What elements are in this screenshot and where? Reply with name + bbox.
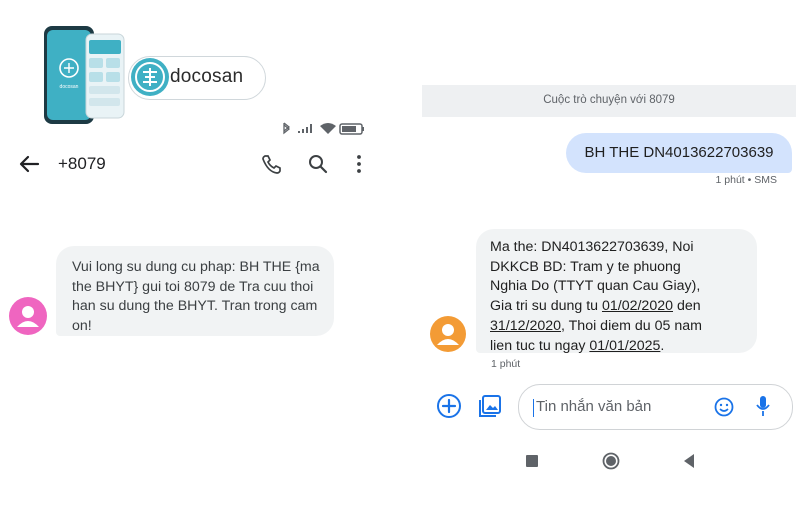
- wifi-icon: [320, 123, 336, 134]
- text-cursor: [533, 399, 534, 417]
- recents-button[interactable]: [526, 455, 538, 467]
- more-vert-icon[interactable]: [352, 154, 366, 174]
- phone-logo-text: docosan: [60, 84, 79, 90]
- add-attachment-icon[interactable]: [436, 393, 462, 419]
- status-bar: [283, 122, 364, 135]
- phone-icon[interactable]: [261, 154, 281, 174]
- reply-line: lien tuc tu ngay 01/01/2025.: [490, 337, 665, 354]
- emoji-icon[interactable]: [714, 397, 734, 417]
- left-screenshot: docosan docosan +8079 Vui long su dung c…: [0, 0, 400, 506]
- message-input-placeholder: Tin nhắn văn bản: [536, 398, 652, 415]
- phone-illustration: docosan: [44, 26, 125, 124]
- brand-name: docosan: [170, 66, 244, 87]
- contact-number: +8079: [58, 154, 106, 173]
- conversation-label: Cuộc trò chuyện với 8079: [543, 94, 675, 106]
- bluetooth-icon: [283, 122, 291, 135]
- date-link[interactable]: 01/02/2020: [602, 298, 673, 314]
- back-button[interactable]: [682, 453, 696, 469]
- back-arrow-icon[interactable]: [16, 153, 42, 175]
- sender-avatar: [430, 316, 466, 352]
- home-button[interactable]: [602, 452, 620, 470]
- gallery-icon[interactable]: [478, 393, 502, 419]
- reply-line: Nghia Do (TTYT quan Cau Giay),: [490, 278, 701, 295]
- incoming-reply-meta: 1 phút: [491, 358, 521, 370]
- mic-icon[interactable]: [756, 395, 770, 417]
- incoming-reply-text: Ma the: DN4013622703639, Noi DKKCB BD: T…: [490, 238, 752, 356]
- date-link[interactable]: 01/01/2025: [589, 338, 660, 354]
- outgoing-message-meta: 1 phút • SMS: [715, 174, 777, 186]
- docosan-logo-icon: [131, 58, 169, 96]
- contact-avatar: [9, 297, 47, 335]
- reply-line: Gia tri su dung tu 01/02/2020 den: [490, 298, 701, 315]
- outgoing-message-text: BH THE DN4013622703639: [584, 144, 774, 161]
- reply-line: Ma the: DN4013622703639, Noi: [490, 239, 694, 255]
- incoming-message-text: Vui long su dung cu phap: BH THE {ma the…: [72, 259, 320, 334]
- reply-line: DKKCB BD: Tram y te phuong: [490, 258, 681, 275]
- reply-line: 31/12/2020, Thoi diem du 05 nam: [490, 317, 702, 334]
- search-icon[interactable]: [308, 154, 328, 174]
- date-link[interactable]: 31/12/2020: [490, 318, 561, 334]
- signal-icon: [298, 124, 312, 133]
